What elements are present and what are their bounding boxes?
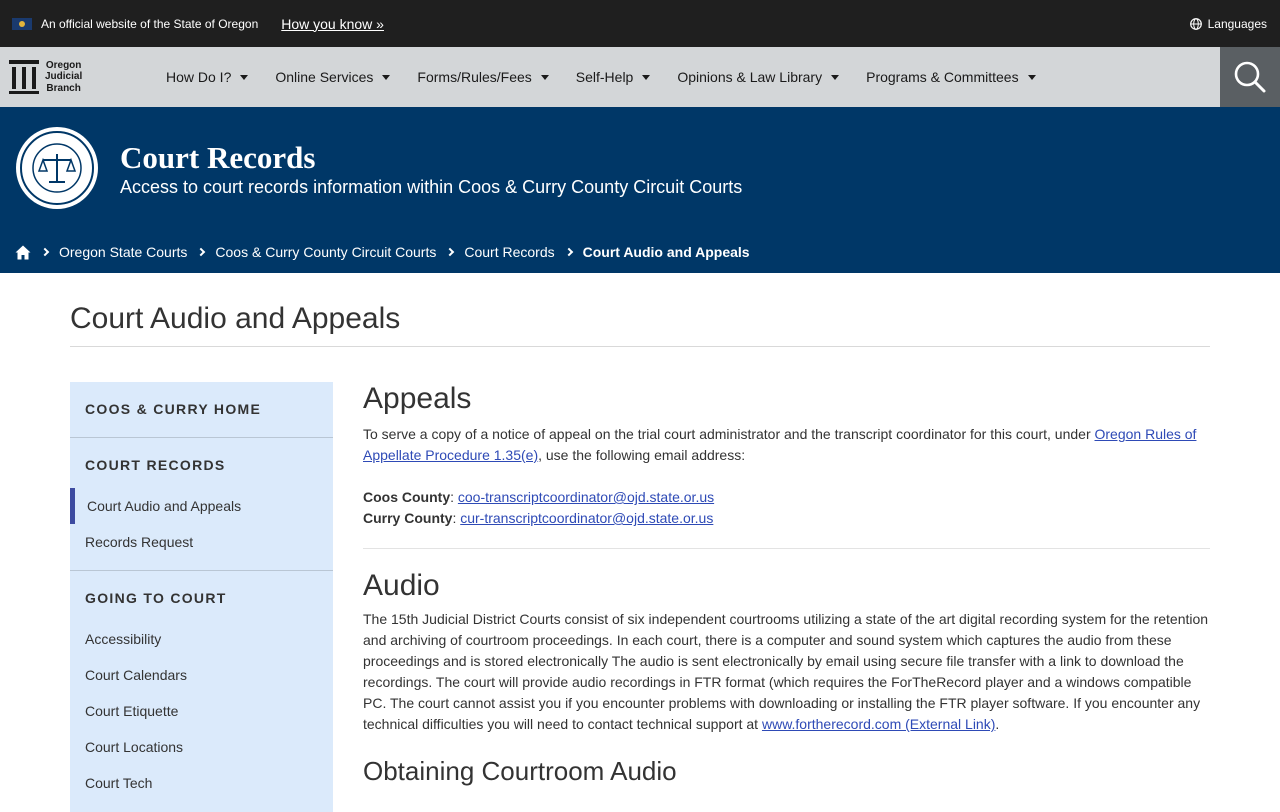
section-divider	[363, 548, 1210, 549]
seal-icon	[20, 131, 94, 205]
breadcrumb-coos-curry-courts[interactable]: Coos & Curry County Circuit Courts	[215, 244, 436, 260]
languages-label: Languages	[1207, 16, 1267, 31]
globe-icon	[1189, 17, 1202, 30]
chevron-right-icon	[446, 247, 455, 257]
breadcrumb-oregon-state-courts[interactable]: Oregon State Courts	[59, 244, 187, 260]
sidebar-active-indicator	[70, 488, 75, 524]
main-content: Appeals To serve a copy of a notice of a…	[363, 382, 1210, 788]
email-list: Coos County: coo-transcriptcoordinator@o…	[363, 489, 715, 526]
sidebar-nav: COOS & CURRY HOME COURT RECORDS Court Au…	[70, 382, 333, 812]
sidebar-item-accessibility[interactable]: Accessibility	[85, 631, 161, 647]
curry-county-label: Curry County	[363, 510, 453, 526]
sidebar-item-court-tech[interactable]: Court Tech	[85, 775, 152, 791]
main-navbar: Oregon Judicial Branch How Do I? Online …	[0, 47, 1280, 107]
hero-banner: Court Records Access to court records in…	[0, 107, 1280, 273]
sidebar-divider	[70, 570, 333, 571]
ojd-logo[interactable]: Oregon Judicial Branch	[0, 47, 110, 107]
appeals-paragraph: To serve a copy of a notice of appeal on…	[363, 426, 1197, 463]
courthouse-logo-icon	[9, 60, 39, 94]
breadcrumb-current: Court Audio and Appeals	[582, 244, 750, 260]
breadcrumb: Oregon State Courts Coos & Curry County …	[15, 244, 750, 260]
sidebar-heading-going-to-court[interactable]: GOING TO COURT	[70, 590, 227, 606]
appeals-heading: Appeals	[363, 382, 472, 415]
oregon-flag-icon	[12, 17, 32, 30]
coos-email-link[interactable]: coo-transcriptcoordinator@ojd.state.or.u…	[458, 489, 714, 505]
caret-down-icon	[382, 74, 391, 80]
sidebar-divider	[70, 437, 333, 438]
nav-self-help[interactable]: Self-Help	[576, 69, 651, 85]
search-button[interactable]	[1220, 47, 1280, 107]
hero-subtitle: Access to court records information with…	[120, 177, 743, 197]
breadcrumb-court-records[interactable]: Court Records	[464, 244, 554, 260]
languages-button[interactable]: Languages	[1189, 0, 1267, 47]
caret-down-icon	[540, 74, 549, 80]
sidebar-item-court-audio-appeals[interactable]: Court Audio and Appeals	[87, 498, 241, 514]
curry-email-link[interactable]: cur-transcriptcoordinator@ojd.state.or.u…	[460, 510, 713, 526]
nav-programs-committees[interactable]: Programs & Committees	[866, 69, 1036, 85]
title-divider	[70, 346, 1210, 347]
sidebar-item-court-locations[interactable]: Court Locations	[85, 739, 183, 755]
caret-down-icon	[642, 74, 651, 80]
audio-heading: Audio	[363, 569, 440, 602]
coos-county-label: Coos County	[363, 489, 451, 505]
how-you-know-link[interactable]: How you know »	[281, 16, 384, 32]
home-icon[interactable]	[15, 245, 31, 260]
search-icon	[1234, 61, 1266, 93]
fortherecord-link[interactable]: www.fortherecord.com (External Link)	[762, 716, 995, 732]
page-title: Court Audio and Appeals	[70, 302, 401, 335]
sidebar-heading-coos-curry-home[interactable]: COOS & CURRY HOME	[70, 401, 261, 417]
chevron-right-icon	[564, 247, 573, 257]
caret-down-icon	[1027, 74, 1036, 80]
judicial-department-seal	[16, 127, 98, 209]
nav-how-do-i[interactable]: How Do I?	[166, 69, 249, 85]
official-banner-text: An official website of the State of Oreg…	[41, 16, 259, 31]
chevron-right-icon	[197, 247, 206, 257]
logo-text: Oregon Judicial Branch	[45, 59, 83, 94]
official-banner: An official website of the State of Oreg…	[0, 0, 1280, 47]
nav-online-services[interactable]: Online Services	[275, 69, 391, 85]
obtaining-audio-heading: Obtaining Courtroom Audio	[363, 756, 677, 786]
caret-down-icon	[240, 74, 249, 80]
nav-opinions-law-library[interactable]: Opinions & Law Library	[677, 69, 840, 85]
hero-title: Court Records	[120, 140, 316, 175]
sidebar-heading-court-records[interactable]: COURT RECORDS	[70, 457, 226, 473]
sidebar-item-court-calendars[interactable]: Court Calendars	[85, 667, 187, 683]
sidebar-item-records-request[interactable]: Records Request	[85, 534, 193, 550]
chevron-right-icon	[40, 247, 50, 257]
nav-forms-rules-fees[interactable]: Forms/Rules/Fees	[417, 69, 549, 85]
caret-down-icon	[831, 74, 840, 80]
audio-paragraph: The 15th Judicial District Courts consis…	[363, 611, 1209, 732]
sidebar-item-court-etiquette[interactable]: Court Etiquette	[85, 703, 178, 719]
nav-menu: How Do I? Online Services Forms/Rules/Fe…	[166, 69, 1063, 85]
